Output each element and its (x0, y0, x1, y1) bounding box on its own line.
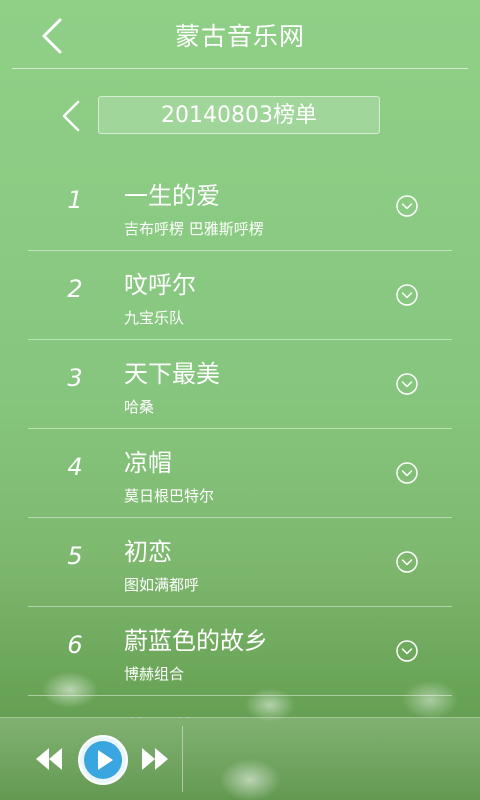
rewind-button[interactable] (34, 746, 64, 772)
chevron-down-circle-icon (396, 551, 418, 573)
rank-number: 3 (67, 364, 83, 392)
song-list: 1 一生的爱 吉布呼楞 巴雅斯呼楞 2 呅呼尔 九宝乐队 3 天下最美 哈桑 4… (0, 162, 480, 718)
expand-button[interactable] (395, 461, 419, 485)
play-button[interactable] (77, 734, 129, 786)
player-divider (182, 726, 183, 792)
list-item[interactable]: 草原草原 (0, 696, 480, 718)
rank-number: 5 (67, 542, 83, 570)
player-bar (0, 717, 480, 800)
page-title: 蒙古音乐网 (174, 22, 305, 51)
screen: 蒙古音乐网 20140803榜单 1 一生的爱 吉布呼楞 巴雅斯呼楞 2 呅呼尔… (0, 0, 480, 800)
song-title: 一生的爱 (124, 182, 220, 210)
rank-number: 4 (67, 453, 83, 481)
artist-name: 哈桑 (124, 398, 155, 416)
expand-button[interactable] (395, 639, 419, 663)
artist-name: 九宝乐队 (124, 309, 185, 327)
list-item[interactable]: 4 凉帽 莫日根巴特尔 (0, 429, 480, 518)
expand-button[interactable] (395, 372, 419, 396)
artist-name: 莫日根巴特尔 (124, 487, 215, 505)
fast-forward-icon (142, 748, 168, 770)
rank-number: 6 (67, 631, 83, 659)
fast-forward-button[interactable] (140, 746, 170, 772)
chevron-down-circle-icon (396, 462, 418, 484)
chevron-down-circle-icon (396, 284, 418, 306)
song-title: 呅呼尔 (124, 271, 196, 299)
song-title: 初恋 (124, 538, 172, 566)
rank-number: 1 (67, 186, 83, 214)
chart-name-label[interactable]: 20140803榜单 (98, 96, 380, 134)
song-title: 天下最美 (124, 360, 220, 388)
list-item[interactable]: 5 初恋 图如满都呼 (0, 518, 480, 607)
artist-name: 吉布呼楞 巴雅斯呼楞 (124, 220, 264, 238)
song-title: 凉帽 (124, 449, 172, 477)
chevron-down-circle-icon (396, 640, 418, 662)
artist-name: 博赫组合 (124, 665, 185, 683)
song-title: 蔚蓝色的故乡 (124, 627, 268, 655)
previous-chart-button[interactable] (56, 98, 84, 134)
rank-number: 2 (67, 275, 83, 303)
list-item[interactable]: 3 天下最美 哈桑 (0, 340, 480, 429)
play-icon (78, 735, 128, 785)
chart-selector: 20140803榜单 (0, 96, 480, 136)
expand-button[interactable] (395, 194, 419, 218)
rewind-icon (36, 748, 62, 770)
chevron-down-circle-icon (396, 195, 418, 217)
list-item[interactable]: 1 一生的爱 吉布呼楞 巴雅斯呼楞 (0, 162, 480, 251)
chevron-down-circle-icon (396, 373, 418, 395)
header-divider (12, 68, 468, 69)
list-item[interactable]: 2 呅呼尔 九宝乐队 (0, 251, 480, 340)
expand-button[interactable] (395, 550, 419, 574)
artist-name: 图如满都呼 (124, 576, 200, 594)
expand-button[interactable] (395, 283, 419, 307)
chevron-left-icon (62, 100, 80, 132)
header: 蒙古音乐网 (0, 0, 480, 68)
list-item[interactable]: 6 蔚蓝色的故乡 博赫组合 (0, 607, 480, 696)
